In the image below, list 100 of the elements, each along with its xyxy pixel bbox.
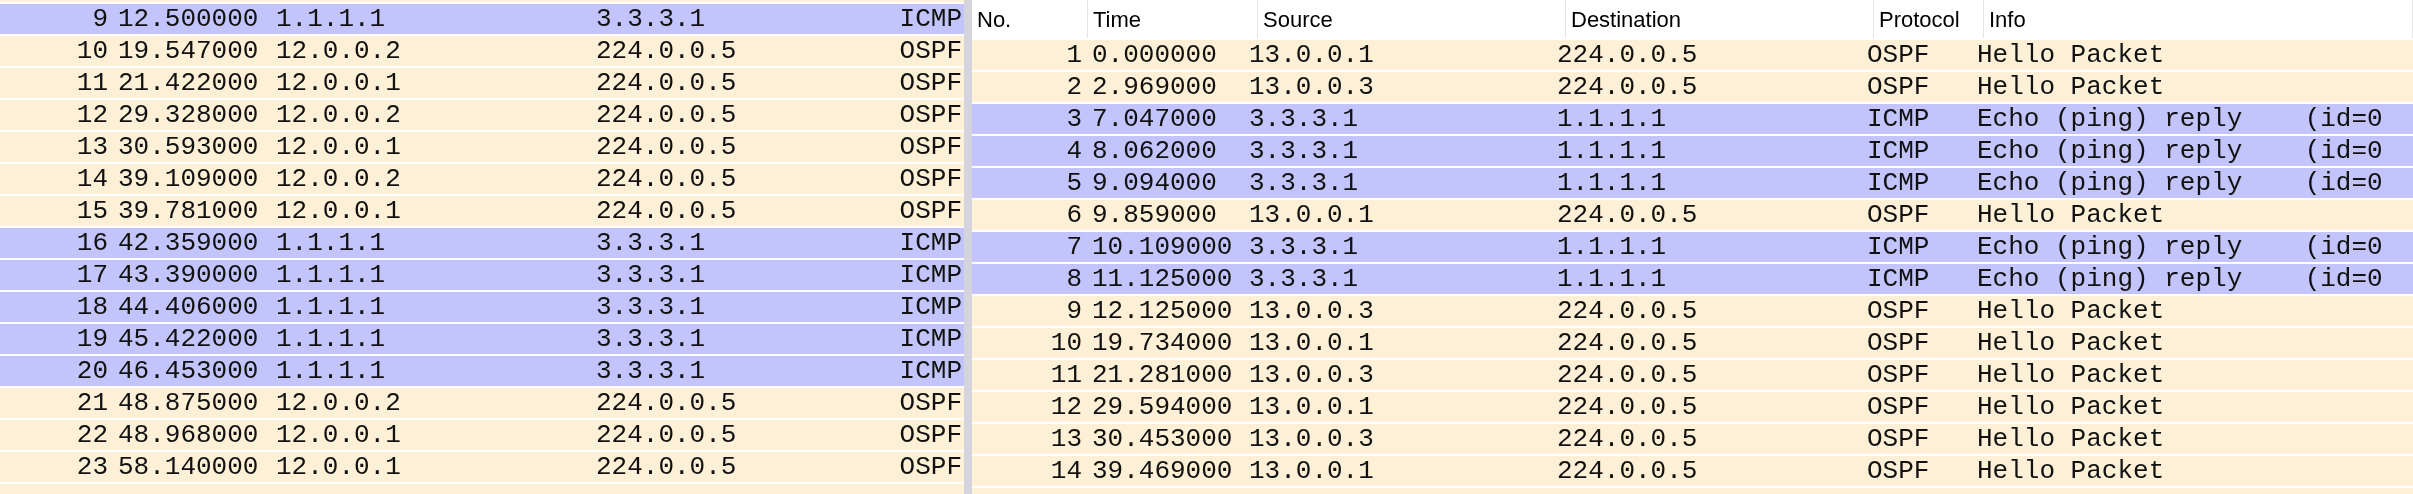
table-cell: 6 (1066, 202, 1082, 228)
packet-row[interactable]: 17 43.390000 1.1.1.1 3.3.3.1 ICMP (0, 260, 964, 290)
table-cell: 7 (1066, 234, 1082, 260)
table-cell: 12.0.0.1 (276, 454, 401, 480)
table-cell: 46.453000 (118, 358, 259, 384)
column-header[interactable]: Time (1088, 0, 1258, 38)
column-header[interactable]: Destination (1566, 0, 1874, 38)
table-cell: 224.0.0.5 (1557, 202, 1698, 228)
column-header[interactable]: Info (1984, 0, 2413, 38)
table-cell: 13.0.0.1 (1249, 458, 1374, 484)
table-cell: OSPF (1867, 394, 1930, 420)
table-cell: 11 (1050, 362, 1082, 388)
table-cell: OSPF (1867, 298, 1930, 324)
table-cell: OSPF (899, 454, 962, 480)
table-cell: 3.3.3.1 (596, 6, 706, 32)
packet-row[interactable]: 2 2.969000 13.0.0.3 224.0.0.5 OSPF Hello Packet (972, 72, 2413, 102)
table-cell: 9.094000 (1092, 170, 1217, 196)
table-cell: OSPF (1867, 330, 1930, 356)
column-header[interactable]: Protocol (1874, 0, 1984, 38)
packet-row[interactable]: 9 12.125000 13.0.0.3 224.0.0.5 OSPF Hello Packet (972, 296, 2413, 326)
table-cell: 39.109000 (118, 166, 259, 192)
packet-row[interactable]: 14 39.469000 13.0.0.1 224.0.0.5 OSPF Hello Packet (972, 456, 2413, 486)
table-cell: 1.1.1.1 (1557, 170, 1667, 196)
packet-row[interactable]: 22 48.968000 12.0.0.1 224.0.0.5 OSPF (0, 420, 964, 450)
table-cell: Echo (ping) reply (id=0 (1977, 138, 2383, 164)
packet-row[interactable]: 20 46.453000 1.1.1.1 3.3.3.1 ICMP (0, 356, 964, 386)
table-cell: OSPF (899, 422, 962, 448)
table-cell: 16 (76, 230, 108, 256)
table-cell: Hello Packet (1977, 362, 2165, 388)
table-cell: 7.047000 (1092, 106, 1217, 132)
table-cell: 3 (1066, 106, 1082, 132)
table-cell: ICMP (899, 358, 962, 384)
table-cell: 8.062000 (1092, 138, 1217, 164)
table-cell: 224.0.0.5 (1557, 426, 1698, 452)
table-cell: 12.0.0.2 (276, 390, 401, 416)
packet-row[interactable]: 12 29.328000 12.0.0.2 224.0.0.5 OSPF (0, 100, 964, 130)
packet-row[interactable]: 5 9.094000 3.3.3.1 1.1.1.1 ICMP Echo (ping) reply (id=0 (972, 168, 2413, 198)
packet-row[interactable]: 3 7.047000 3.3.3.1 1.1.1.1 ICMP Echo (ping) reply (id=0 (972, 104, 2413, 134)
packet-row[interactable]: 18 44.406000 1.1.1.1 3.3.3.1 ICMP (0, 292, 964, 322)
packet-row[interactable]: 4 8.062000 3.3.3.1 1.1.1.1 ICMP Echo (ping) reply (id=0 (972, 136, 2413, 166)
table-cell: 13.0.0.3 (1249, 74, 1374, 100)
packet-row[interactable]: 8 11.125000 3.3.3.1 1.1.1.1 ICMP Echo (ping) reply (id=0 (972, 264, 2413, 294)
packet-row[interactable]: 7 10.109000 3.3.3.1 1.1.1.1 ICMP Echo (ping) reply (id=0 (972, 232, 2413, 262)
table-cell: 19.547000 (118, 38, 259, 64)
table-cell: 5 (1066, 170, 1082, 196)
table-cell: 3.3.3.1 (1249, 138, 1359, 164)
packet-row[interactable]: 1 0.000000 13.0.0.1 224.0.0.5 OSPF Hello Packet (972, 40, 2413, 70)
table-cell: Echo (ping) reply (id=0 (1977, 234, 2383, 260)
table-cell: 10 (76, 38, 108, 64)
packet-row[interactable]: 11 21.422000 12.0.0.1 224.0.0.5 OSPF (0, 68, 964, 98)
packet-row[interactable]: 19 45.422000 1.1.1.1 3.3.3.1 ICMP (0, 324, 964, 354)
packet-row[interactable]: 10 19.547000 12.0.0.2 224.0.0.5 OSPF (0, 36, 964, 66)
packet-row[interactable]: 6 9.859000 13.0.0.1 224.0.0.5 OSPF Hello Packet (972, 200, 2413, 230)
table-cell: 12.0.0.2 (276, 166, 401, 192)
table-cell: 224.0.0.5 (596, 102, 737, 128)
table-cell: 3.3.3.1 (1249, 170, 1359, 196)
table-cell: 13.0.0.1 (1249, 394, 1374, 420)
packet-row[interactable]: 21 48.875000 12.0.0.2 224.0.0.5 OSPF (0, 388, 964, 418)
table-cell: 21.281000 (1092, 362, 1233, 388)
table-cell: 1.1.1.1 (276, 326, 386, 352)
table-cell: 12 (1050, 394, 1082, 420)
table-cell: 2.969000 (1092, 74, 1217, 100)
table-cell: OSPF (1867, 42, 1930, 68)
table-cell: 29.328000 (118, 102, 259, 128)
table-cell: 13.0.0.3 (1249, 426, 1374, 452)
column-header[interactable]: No. (972, 0, 1088, 38)
table-cell: OSPF (899, 38, 962, 64)
packet-row[interactable]: 10 19.734000 13.0.0.1 224.0.0.5 OSPF Hello Packet (972, 328, 2413, 358)
table-cell: 30.453000 (1092, 426, 1233, 452)
table-cell: 1.1.1.1 (1557, 106, 1667, 132)
column-header[interactable]: Source (1258, 0, 1566, 38)
table-cell: OSPF (899, 70, 962, 96)
packet-row[interactable]: 23 58.140000 12.0.0.1 224.0.0.5 OSPF (0, 452, 964, 482)
packet-row[interactable]: 16 42.359000 1.1.1.1 3.3.3.1 ICMP (0, 228, 964, 258)
packet-row[interactable]: 14 39.109000 12.0.0.2 224.0.0.5 OSPF (0, 164, 964, 194)
table-cell: 1 (1066, 42, 1082, 68)
table-cell: OSPF (899, 166, 962, 192)
table-cell: 12.500000 (118, 6, 259, 32)
table-cell: 13.0.0.1 (1249, 330, 1374, 356)
packet-row[interactable]: 12 29.594000 13.0.0.1 224.0.0.5 OSPF Hello Packet (972, 392, 2413, 422)
table-cell: Hello Packet (1977, 394, 2165, 420)
packet-row[interactable] (0, 484, 964, 494)
table-cell: 4 (1066, 138, 1082, 164)
table-cell: ICMP (899, 6, 962, 32)
table-cell: 10 (1050, 330, 1082, 356)
table-cell: OSPF (899, 390, 962, 416)
packet-row[interactable]: 13 30.593000 12.0.0.1 224.0.0.5 OSPF (0, 132, 964, 162)
table-cell: 224.0.0.5 (596, 390, 737, 416)
table-cell: 12.0.0.1 (276, 134, 401, 160)
packet-row[interactable]: 13 30.453000 13.0.0.3 224.0.0.5 OSPF Hello Packet (972, 424, 2413, 454)
packet-row[interactable] (972, 488, 2413, 494)
table-cell: 21 (76, 390, 108, 416)
table-cell: 12.0.0.1 (276, 422, 401, 448)
table-cell: 13 (1050, 426, 1082, 452)
table-cell: 3.3.3.1 (1249, 106, 1359, 132)
packet-row[interactable]: 15 39.781000 12.0.0.1 224.0.0.5 OSPF (0, 196, 964, 226)
table-cell: 14 (1050, 458, 1082, 484)
packet-row[interactable]: 11 21.281000 13.0.0.3 224.0.0.5 OSPF Hello Packet (972, 360, 2413, 390)
packet-row[interactable]: 9 12.500000 1.1.1.1 3.3.3.1 ICMP (0, 4, 964, 34)
table-cell: 11.125000 (1092, 266, 1233, 292)
